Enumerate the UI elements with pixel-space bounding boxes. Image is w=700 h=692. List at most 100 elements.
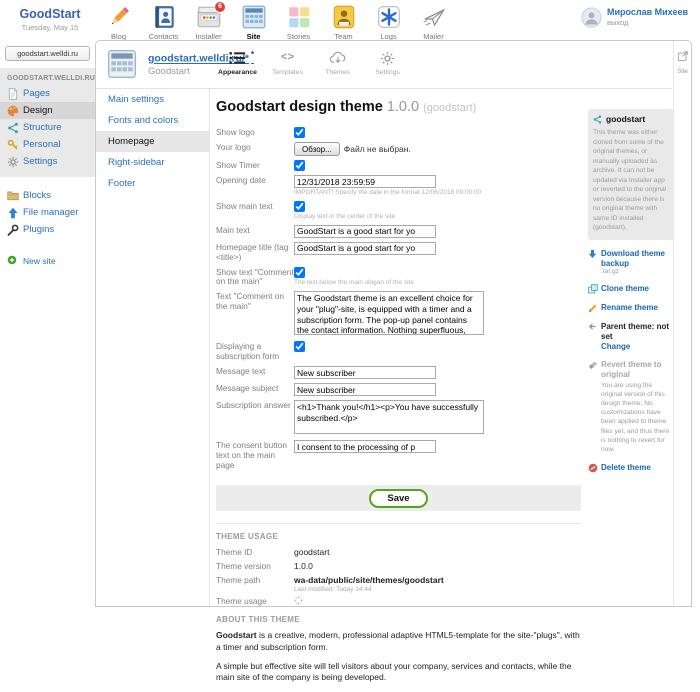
message-text-input[interactable] (294, 366, 436, 379)
usage-label: Theme version (216, 561, 294, 572)
show-comment-checkbox[interactable] (294, 267, 305, 278)
usage-label: Theme usage (216, 596, 294, 607)
usage-label: Theme path (216, 575, 294, 593)
sidebar-item-pages[interactable]: Pages (0, 85, 95, 102)
user-menu[interactable]: Мирослав Михеев выход (581, 7, 688, 28)
main-text-input[interactable] (294, 225, 436, 238)
new-site-link[interactable]: New site (0, 252, 95, 269)
site-name: Goodstart (148, 66, 190, 77)
message-subject-input[interactable] (294, 383, 436, 396)
download-filetype: .tar.gz (601, 268, 674, 275)
form-row: Show text "Comment on the main" The text… (216, 267, 581, 288)
revert-label: Revert theme to original (601, 360, 674, 379)
sidebar-item-label: Blocks (23, 190, 51, 201)
tab-templates[interactable]: <> Templates (264, 45, 311, 76)
user-name[interactable]: Мирослав Михеев (607, 7, 688, 17)
show-main-text-checkbox[interactable] (294, 201, 305, 212)
code-icon: <> (281, 52, 294, 64)
sidebar-item-settings[interactable]: Settings (0, 153, 95, 170)
usage-row: Theme version 1.0.0 (216, 561, 581, 572)
subscription-answer-textarea[interactable]: <h1>Thank you!</h1><p>You have successfu… (294, 400, 484, 434)
field-label: Show text "Comment on the main" (216, 267, 294, 288)
menu-item-right-sidebar[interactable]: Right-sidebar (96, 152, 209, 173)
sidebar-item-label: Plugins (23, 224, 54, 235)
field-label: Show main text (216, 201, 294, 221)
app-installer[interactable]: 6 Installer (186, 3, 231, 41)
field-label: Message text (216, 366, 294, 379)
sidebar-item-label: Pages (23, 88, 50, 99)
field-hint: Display text in the center of the site (294, 213, 581, 221)
tab-themes[interactable]: Themes (314, 45, 361, 76)
panel-header: goodstart.welldi.ru/** Goodstart Appeara… (96, 41, 672, 89)
clone-theme-link[interactable]: Clone theme (588, 284, 674, 294)
tab-appearance[interactable]: Appearance (214, 45, 261, 76)
page-title: Goodstart design theme 1.0.0 (goodstart) (216, 99, 581, 115)
form-row: Show main text Display text in the cente… (216, 201, 581, 221)
app-logs[interactable]: Logs (366, 3, 411, 41)
app-mailer[interactable]: Mailer (411, 3, 456, 41)
view-site-link[interactable]: Site (674, 49, 691, 75)
browse-button[interactable]: Обзор... (294, 142, 340, 156)
plus-circle-icon (7, 255, 17, 265)
subscription-form-checkbox[interactable] (294, 341, 305, 352)
field-label: Show Timer (216, 160, 294, 171)
sidebar-item-structure[interactable]: Structure (0, 119, 95, 136)
logout-link[interactable]: выход (607, 18, 688, 27)
comment-textarea[interactable]: The Goodstart theme is an excellent choi… (294, 291, 484, 335)
parent-change-link[interactable]: Change (601, 342, 674, 351)
menu-item-footer[interactable]: Footer (96, 173, 209, 194)
eraser-icon (588, 360, 598, 370)
theme-title: Goodstart design theme (216, 99, 383, 115)
sidebar-item-file-manager[interactable]: File manager (0, 204, 95, 221)
about-paragraph-1: Goodstart is a creative, modern, profess… (216, 630, 581, 653)
stories-icon (286, 4, 312, 30)
theme-usage-section: THEME USAGE Theme ID goodstart Theme ver… (216, 523, 581, 607)
field-label: Show logo (216, 127, 294, 138)
download-backup-link[interactable]: Download theme backup (588, 249, 674, 268)
sidebar-item-design[interactable]: Design (0, 102, 95, 119)
save-bar: Save (216, 485, 581, 511)
section-title: THEME USAGE (216, 532, 581, 541)
app-contacts[interactable]: Contacts (141, 3, 186, 41)
sidebar-item-plugins[interactable]: Plugins (0, 221, 95, 238)
theme-share-icon (593, 115, 602, 124)
structure-icon (7, 122, 19, 134)
opening-date-input[interactable] (294, 175, 436, 188)
site-selector[interactable]: goodstart.welldi.ru (5, 46, 90, 61)
sidebar-item-personal[interactable]: Personal (0, 136, 95, 153)
form-row: Show logo (216, 127, 581, 138)
theme-id-label: (goodstart) (423, 102, 476, 114)
menu-item-main-settings[interactable]: Main settings (96, 89, 209, 110)
about-paragraph-2: A simple but effective site will tell vi… (216, 661, 581, 684)
sidebar-item-blocks[interactable]: Blocks (0, 187, 95, 204)
show-logo-checkbox[interactable] (294, 127, 305, 138)
form-row: Message text (216, 366, 581, 379)
tab-settings[interactable]: Settings (364, 45, 411, 76)
homepage-title-input[interactable] (294, 242, 436, 255)
usage-value: 1.0.0 (294, 561, 313, 572)
site-section-title: GOODSTART.WELLDI.RU (0, 71, 95, 85)
form-row: Displaying a subscription form (216, 341, 581, 362)
usage-value: goodstart (294, 547, 329, 558)
usage-row: Theme path wa-data/public/site/themes/go… (216, 575, 581, 593)
menu-item-fonts-colors[interactable]: Fonts and colors (96, 110, 209, 131)
rename-theme-link[interactable]: Rename theme (588, 303, 674, 313)
app-blog[interactable]: Blog (96, 3, 141, 41)
gear-icon (380, 51, 395, 66)
form-row: Text "Comment on the main" The Goodstart… (216, 291, 581, 337)
revert-description: You are using the original version of th… (601, 381, 674, 455)
account-logo[interactable]: GoodStart Tuesday, May 15 (8, 7, 92, 32)
save-button[interactable]: Save (369, 489, 427, 508)
app-team[interactable]: Team (321, 3, 366, 41)
theme-settings-content: Goodstart design theme 1.0.0 (goodstart)… (216, 89, 581, 692)
contacts-icon (151, 4, 177, 30)
consent-text-input[interactable] (294, 440, 436, 453)
show-timer-checkbox[interactable] (294, 160, 305, 171)
site-section: GOODSTART.WELLDI.RU Pages Design Structu… (0, 68, 95, 177)
delete-theme-link[interactable]: Delete theme (588, 463, 674, 473)
menu-item-homepage[interactable]: Homepage (96, 131, 209, 152)
app-stories[interactable]: Stories (276, 3, 321, 41)
app-site[interactable]: Site (231, 3, 276, 41)
site-sidebar: goodstart.welldi.ru GOODSTART.WELLDI.RU … (0, 40, 95, 638)
theme-box-title: goodstart (606, 114, 645, 124)
